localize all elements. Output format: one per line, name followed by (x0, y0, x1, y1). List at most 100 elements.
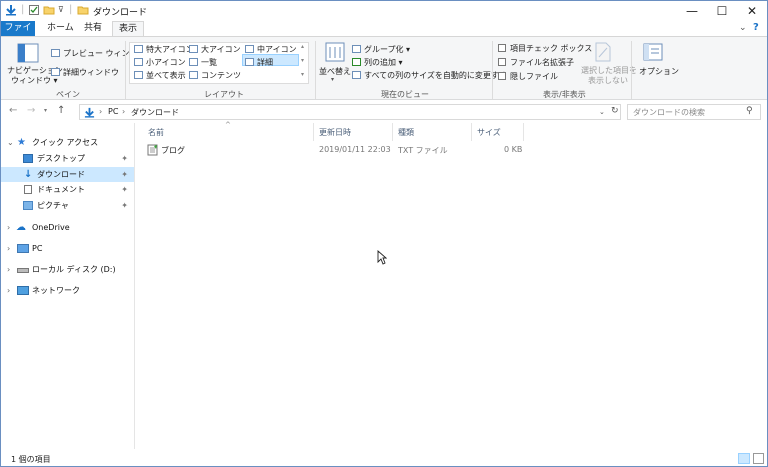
chevron-right-icon[interactable]: › (7, 262, 10, 277)
title-separator-2: | (69, 4, 73, 15)
options-button[interactable]: オプション (639, 66, 679, 77)
navigation-pane-icon (17, 43, 39, 63)
chevron-down-icon[interactable]: ⌄ (7, 135, 14, 150)
file-extension-toggle[interactable] (498, 58, 506, 66)
nav-pictures[interactable]: ピクチャ ✦ (1, 198, 134, 213)
pane-group-label: ペイン (56, 90, 80, 99)
medium-icons-icon (245, 45, 254, 53)
documents-icon (24, 185, 32, 194)
download-folder-icon (84, 107, 95, 118)
column-separator[interactable] (471, 123, 472, 141)
sort-by-button[interactable]: 並べ替え (319, 66, 351, 77)
hidden-items-label: 隠しファイル (510, 72, 558, 81)
tab-view[interactable]: 表示 (112, 21, 145, 36)
add-column-button[interactable]: 列の追加 ▾ (364, 57, 403, 68)
layout-details[interactable]: 詳細 (257, 57, 273, 68)
search-box[interactable]: ダウンロードの検索 ⚲ (627, 104, 761, 120)
column-header-size[interactable]: サイズ (477, 127, 501, 138)
hidden-items-toggle[interactable] (498, 72, 506, 80)
layout-medium[interactable]: 中アイコン (257, 44, 297, 55)
customize-qat-icon[interactable]: ⊽ (58, 5, 64, 14)
breadcrumb-pc[interactable]: PC (108, 107, 118, 116)
ribbon-expand-icon[interactable]: ⌄ (739, 23, 747, 33)
nav-pictures-label: ピクチャ (37, 201, 69, 210)
nav-downloads[interactable]: ↓ ダウンロード ✦ (1, 167, 134, 182)
hide-selected-label-2: 表示しない (588, 76, 628, 85)
column-separator[interactable] (313, 123, 314, 141)
column-header-type[interactable]: 種類 (398, 127, 414, 138)
ribbon: ナビゲーション ウィンドウ ▾ プレビュー ウィンドウ 詳細ウィンドウ ペイン … (1, 36, 767, 100)
download-arrow-icon: ↓ (24, 169, 33, 180)
layout-tiles[interactable]: 並べて表示 (146, 70, 186, 81)
breadcrumb-downloads[interactable]: ダウンロード (131, 107, 179, 118)
nav-downloads-label: ダウンロード (37, 170, 85, 179)
close-button[interactable]: ✕ (737, 1, 767, 21)
properties-icon[interactable] (28, 4, 40, 16)
nav-network-label: ネットワーク (32, 286, 80, 295)
item-count: 1 個の項目 (11, 455, 51, 464)
pin-icon: ✦ (121, 154, 128, 163)
gallery-expand-icon[interactable]: ▾ (301, 71, 304, 78)
tab-share[interactable]: 共有 (78, 21, 108, 36)
pin-icon: ✦ (121, 170, 128, 179)
nav-pc[interactable]: › PC (1, 241, 134, 256)
layout-large[interactable]: 大アイコン (201, 44, 241, 55)
up-icon[interactable]: ↑ (57, 105, 65, 116)
maximize-button[interactable]: ☐ (707, 1, 737, 21)
breadcrumb-chevron-icon[interactable]: › (99, 107, 102, 116)
large-icons-view-icon[interactable] (753, 453, 764, 464)
tiles-icon (134, 71, 143, 79)
item-checkbox-toggle[interactable] (498, 44, 506, 52)
sort-dropdown-icon[interactable]: ▾ (331, 76, 334, 83)
file-name[interactable]: ブログ (161, 145, 185, 156)
column-separator[interactable] (392, 123, 393, 141)
address-dropdown-icon[interactable]: ⌄ (599, 108, 605, 116)
sort-by-icon (325, 42, 345, 62)
layout-small[interactable]: 小アイコン (146, 57, 186, 68)
chevron-right-icon[interactable]: › (7, 241, 10, 256)
nav-onedrive[interactable]: › ☁ OneDrive (1, 220, 134, 235)
show-hide-group-label: 表示/非表示 (543, 90, 586, 99)
fit-columns-icon (352, 71, 361, 79)
chevron-right-icon[interactable]: › (7, 220, 10, 235)
layout-content[interactable]: コンテンツ (201, 70, 241, 81)
pin-icon: ✦ (121, 185, 128, 194)
hide-selected-icon (595, 42, 611, 62)
file-date: 2019/01/11 22:03 (319, 145, 391, 154)
nav-documents[interactable]: ドキュメント ✦ (1, 182, 134, 197)
minimize-button[interactable]: — (677, 1, 707, 21)
fit-columns-button[interactable]: すべての列のサイズを自動的に変更する (364, 70, 507, 81)
ribbon-tabs: ファイル ホーム 共有 表示 ⌄ ? (1, 21, 767, 48)
gallery-scroll-down-icon[interactable]: ▾ (301, 57, 304, 64)
tab-file[interactable]: ファイル (1, 21, 35, 48)
layout-extra-large[interactable]: 特大アイコン (146, 44, 194, 55)
nav-local-disk[interactable]: › ローカル ディスク (D:) (1, 262, 134, 277)
back-icon[interactable]: ← (9, 105, 17, 116)
search-input[interactable]: ダウンロードの検索 (633, 107, 705, 118)
refresh-icon[interactable]: ↻ (611, 106, 619, 116)
new-folder-icon[interactable] (43, 4, 55, 16)
large-icons-icon (189, 45, 198, 53)
layout-list[interactable]: 一覧 (201, 57, 217, 68)
column-separator[interactable] (523, 123, 524, 141)
forward-icon[interactable]: → (27, 105, 35, 116)
column-header-name[interactable]: 名前 (148, 127, 164, 138)
gallery-scroll-up-icon[interactable]: ▴ (301, 43, 304, 50)
search-icon[interactable]: ⚲ (746, 106, 753, 116)
recent-locations-icon[interactable]: ▾ (44, 107, 47, 114)
tab-home[interactable]: ホーム (41, 21, 80, 36)
group-by-button[interactable]: グループ化 ▾ (364, 44, 410, 55)
nav-network[interactable]: › ネットワーク (1, 283, 134, 298)
nav-pc-label: PC (32, 244, 43, 253)
column-header-date[interactable]: 更新日時 (319, 127, 351, 138)
chevron-right-icon[interactable]: › (7, 283, 10, 298)
address-bar[interactable]: › PC › ダウンロード ⌄ ↻ (79, 104, 621, 120)
breadcrumb-chevron-icon[interactable]: › (122, 107, 125, 116)
nav-desktop-label: デスクトップ (37, 154, 85, 163)
help-icon[interactable]: ? (753, 22, 759, 33)
details-pane-button[interactable]: 詳細ウィンドウ (63, 67, 119, 78)
nav-desktop[interactable]: デスクトップ ✦ (1, 151, 134, 166)
nav-quick-access[interactable]: ⌄ ★ クイック アクセス (1, 135, 134, 150)
navigation-pane-label-2[interactable]: ウィンドウ ▾ (11, 75, 58, 86)
details-view-icon[interactable] (738, 453, 750, 464)
